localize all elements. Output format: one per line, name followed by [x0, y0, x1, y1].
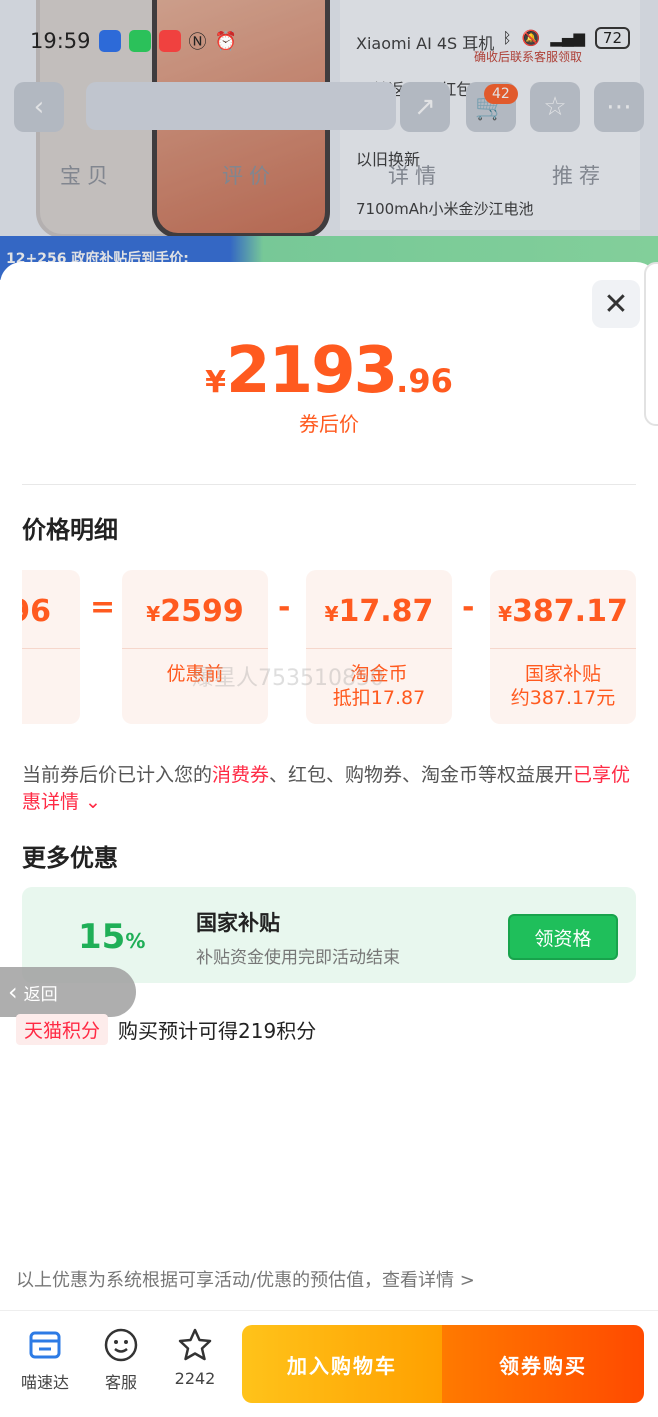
card-value: ¥3.96	[22, 594, 51, 629]
currency-symbol: ¥	[205, 365, 227, 400]
price-breakdown-cards[interactable]: ¥3.96 价 = ¥2599 优惠前 - ¥17.87 淘金币 抵扣17.87…	[22, 570, 658, 724]
bluetooth-icon: ᛒ	[502, 29, 512, 47]
price-detail-sheet: ✕ ¥2193.96 券后价 价格明细 ¥3.96 价 = ¥2599 优惠前 …	[0, 262, 658, 1417]
tmall-points-tag: 天猫积分	[16, 1014, 109, 1045]
price-note: 当前券后价已计入您的消费券、红包、购物券、淘金币等权益展开已享优惠详情 ⌄	[22, 764, 631, 813]
price-decimal: .96	[396, 362, 453, 400]
smile-icon	[104, 1328, 138, 1362]
close-icon[interactable]: ✕	[592, 280, 640, 328]
subsidy-title: 国家补贴	[196, 911, 280, 935]
store-icon	[29, 1331, 61, 1359]
mute-icon: 🔕	[521, 29, 541, 47]
coupon-buy-button[interactable]: 领券购买	[442, 1325, 644, 1403]
favorite-button[interactable]: 2242	[160, 1327, 230, 1388]
consumer-coupon-highlight: 消费券	[212, 764, 270, 786]
bottom-action-bar: 喵速达 客服 2242 加入购物车 领券购买	[0, 1310, 658, 1417]
floating-back-button[interactable]: ‹ 返回	[0, 967, 136, 1017]
breakdown-card-coins: ¥17.87 淘金币 抵扣17.87	[306, 570, 452, 724]
card-label: 国家补贴 约387.17元	[510, 663, 616, 709]
breakdown-card-subsidy: ¥387.17 国家补贴 约387.17元	[490, 570, 636, 724]
status-right: ᛒ 🔕 ▂▄▆ 72	[503, 27, 630, 49]
watermark: 爆星人753510850	[192, 666, 384, 691]
back-label: 返回	[23, 984, 58, 1005]
breakdown-card-original: ¥2599 优惠前	[122, 570, 268, 724]
price-caption: 券后价	[299, 412, 359, 436]
customer-service-button[interactable]: 客服	[86, 1327, 156, 1393]
status-time: 19:59	[30, 29, 91, 53]
card-value: ¥17.87	[324, 594, 434, 629]
card-value: ¥2599	[146, 594, 244, 629]
breakdown-card-final: ¥3.96 价	[22, 570, 80, 724]
chevron-down-icon[interactable]: ⌄	[79, 791, 101, 813]
card-label: 价	[22, 662, 80, 686]
tmall-points-text: 购买预计可得219积分	[118, 1019, 317, 1043]
divider	[22, 484, 636, 485]
add-to-cart-button[interactable]: 加入购物车	[242, 1325, 442, 1403]
wechat-icon	[128, 30, 151, 52]
signal-icon: ▂▄▆	[550, 29, 585, 47]
chevron-left-icon: ‹	[8, 978, 18, 1006]
after-coupon-price: ¥2193.96	[0, 334, 658, 408]
subsidy-percent: 15%	[78, 917, 146, 957]
breakdown-title: 价格明细	[22, 516, 118, 544]
operator-minus: -	[278, 590, 291, 625]
star-icon	[178, 1328, 212, 1361]
nfc-icon: Ⓝ	[188, 32, 207, 53]
card-value: ¥387.17	[498, 594, 628, 629]
operator-equals: =	[90, 590, 116, 625]
subsidy-subtitle: 补贴资金使用完即活动结束	[196, 948, 400, 968]
battery-indicator: 72	[594, 27, 630, 49]
price-integer: 2193	[226, 334, 398, 408]
claim-qualification-button[interactable]: 领资格	[508, 914, 618, 960]
more-offers-title: 更多优惠	[22, 844, 118, 872]
store-button[interactable]: 喵速达	[10, 1327, 80, 1393]
tmall-points-row: 天猫积分 购买预计可得219积分	[16, 1014, 316, 1045]
operator-minus: -	[462, 590, 475, 625]
alarm-icon: ⏰	[214, 30, 237, 52]
status-bar: 19:59 Ⓝ ⏰	[30, 28, 237, 54]
estimate-footnote[interactable]: 以上优惠为系统根据可享活动/优惠的预估值，查看详情 >	[16, 1266, 475, 1292]
app-icon	[98, 30, 121, 52]
message-icon	[158, 30, 181, 52]
